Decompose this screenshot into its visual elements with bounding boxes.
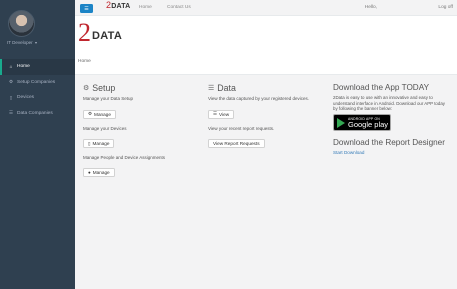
sidebar: IT Developer ▾ ⌂ Home ⚙ Setup Companies … [0, 0, 75, 289]
setup-title: ⚙ Setup [83, 83, 116, 93]
manage-data-button[interactable]: ⚙ Manage [83, 109, 116, 119]
user-menu[interactable]: IT Developer ▾ [7, 40, 37, 45]
user-icon: ● [88, 170, 91, 175]
sidebar-item-setup-companies[interactable]: ⚙ Setup Companies [0, 75, 75, 91]
manage-people-button[interactable]: ● Manage [83, 168, 115, 177]
setup-data-text: Manage your Data Setup [83, 96, 134, 101]
page-header: 2 DATA Home [75, 16, 457, 75]
data-title: ☰ Data [208, 83, 236, 93]
navbar-logo[interactable]: 2DATA [106, 0, 130, 10]
google-play-icon [337, 117, 345, 128]
setup-people-text: Manage People and Device Assignments [83, 155, 166, 160]
top-navbar: ☰ 2DATA Home Contact Us Hello, Log off [75, 0, 457, 16]
gear-icon: ⚙ [8, 79, 14, 85]
logo-text: DATA [92, 30, 123, 42]
data-view-text: View the data captured by your registere… [208, 96, 309, 101]
hamburger-icon[interactable]: ☰ [80, 4, 93, 13]
breadcrumb: Home [78, 59, 91, 64]
database-icon: ☰ [208, 85, 215, 92]
sidebar-item-label: Home [17, 64, 30, 70]
download-app-text: 2Data is easy to use with an innovative … [333, 95, 445, 112]
logoff-link[interactable]: Log off [438, 5, 453, 10]
app-root: IT Developer ▾ ⌂ Home ⚙ Setup Companies … [0, 0, 457, 289]
sidebar-item-label: Setup Companies [17, 79, 56, 85]
view-data-button[interactable]: ☰ View [208, 109, 235, 119]
gears-icon: ⚙ [83, 85, 90, 92]
user-name: IT Developer [7, 40, 33, 45]
setup-devices-text: Manage your Devices [83, 125, 127, 131]
sidebar-item-label: Devices [17, 95, 35, 101]
google-play-badge[interactable]: ANDROID APP ON Google play [333, 114, 391, 132]
data-reports-text: View your recent report requests. [208, 125, 275, 131]
download-section: Download the App TODAY 2Data is easy to … [333, 83, 453, 155]
mobile-icon: ▯ [9, 94, 13, 100]
gear-icon: ⚙ [88, 111, 93, 116]
setup-section: ⚙ Setup Manage your Data Setup ⚙ Manage … [83, 83, 201, 184]
logo-mark: 2 [78, 18, 91, 47]
database-icon: ☰ [213, 111, 218, 116]
avatar[interactable] [8, 10, 35, 37]
hello-user-link[interactable]: Hello, [365, 5, 377, 10]
download-app-title: Download the App TODAY [333, 83, 430, 92]
data-section: ☰ Data View the data captured by your re… [208, 83, 326, 155]
database-icon: ☰ [8, 110, 14, 116]
home-icon: ⌂ [9, 64, 13, 70]
badge-big-text: Google play [348, 119, 389, 129]
main-content: ⚙ Setup Manage your Data Setup ⚙ Manage … [75, 75, 457, 289]
sidebar-item-devices[interactable]: ▯ Devices [0, 90, 75, 106]
start-download-link[interactable]: Start Download [333, 150, 453, 155]
report-designer-title: Download the Report Designer [333, 138, 445, 148]
view-report-requests-button[interactable]: View Report Requests [208, 138, 265, 148]
brand-logo: 2 DATA [78, 18, 123, 47]
caret-down-icon: ▾ [34, 40, 37, 45]
nav-link-home[interactable]: Home [139, 5, 152, 10]
sidebar-item-label: Data Companies [17, 110, 53, 116]
sidebar-nav: ⌂ Home ⚙ Setup Companies ▯ Devices ☰ Dat… [0, 59, 75, 121]
sidebar-item-home[interactable]: ⌂ Home [0, 59, 75, 75]
mobile-icon: ▯ [88, 140, 91, 146]
manage-devices-button[interactable]: ▯ Manage [83, 139, 115, 148]
nav-link-contact[interactable]: Contact Us [167, 5, 191, 10]
sidebar-item-data-companies[interactable]: ☰ Data Companies [0, 106, 75, 122]
